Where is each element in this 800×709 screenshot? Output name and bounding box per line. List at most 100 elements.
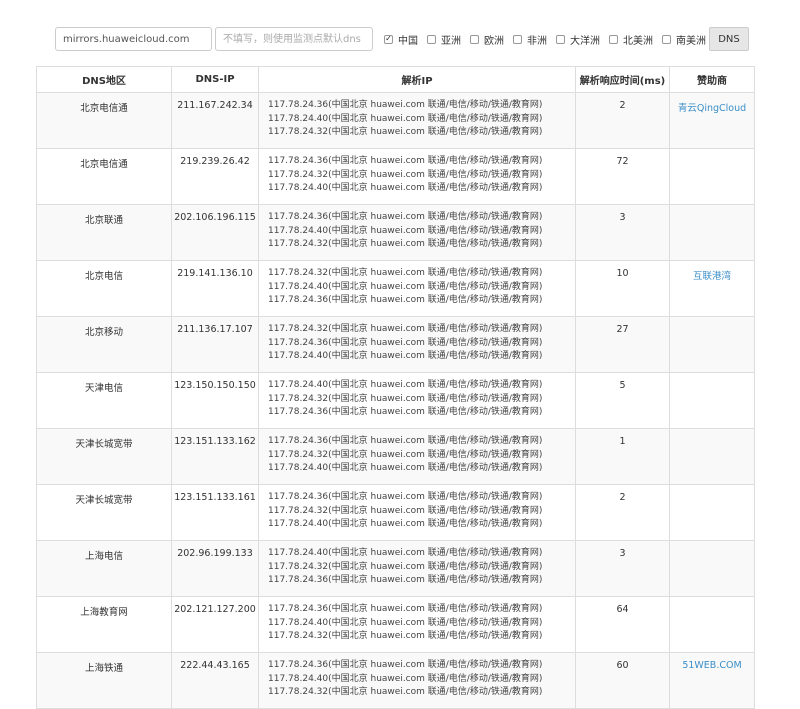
resolved-ip-location: (中国北京 huawei.com 联通/电信/移动/铁通/教育网) bbox=[328, 660, 543, 670]
domain-input[interactable] bbox=[55, 27, 212, 51]
resolved-ip-line: 117.78.24.36(中国北京 huawei.com 联通/电信/移动/铁通… bbox=[268, 294, 575, 308]
resolved-ip-line: 117.78.24.40(中国北京 huawei.com 联通/电信/移动/铁通… bbox=[268, 379, 575, 393]
table-row: 天津长城宽带 123.151.133.162 117.78.24.36(中国北京 h… bbox=[36, 428, 755, 485]
region-option[interactable]: 大洋洲 bbox=[556, 32, 600, 47]
cell-dns-ip: 222.44.43.165 bbox=[171, 652, 259, 709]
resolved-ip: 117.78.24.36 bbox=[268, 212, 329, 222]
region-label: 亚洲 bbox=[441, 35, 461, 47]
resolved-ip-location: (中国北京 huawei.com 联通/电信/移动/铁通/教育网) bbox=[328, 225, 543, 236]
resolved-ip-line: 117.78.24.40(中国北京 huawei.com 联通/电信/移动/铁通… bbox=[268, 617, 575, 631]
region-label: 中国 bbox=[398, 35, 418, 47]
sponsor-link[interactable]: 51WEB.COM bbox=[682, 660, 741, 671]
resolved-ip: 117.78.24.36 bbox=[268, 436, 329, 446]
table-row: 北京电信通 211.167.242.34 117.78.24.36(中国北京 hua… bbox=[36, 92, 755, 149]
resolved-ip: 117.78.24.40 bbox=[268, 617, 329, 628]
dns-input[interactable] bbox=[215, 27, 373, 51]
resolved-ip-line: 117.78.24.32(中国北京 huawei.com 联通/电信/移动/铁通… bbox=[268, 630, 575, 644]
cell-dns-ip: 202.121.127.200 bbox=[171, 596, 259, 653]
resolved-ip-line: 117.78.24.32(中国北京 huawei.com 联通/电信/移动/铁通… bbox=[268, 126, 575, 140]
resolved-ip-location: (中国北京 huawei.com 联通/电信/移动/铁通/教育网) bbox=[328, 631, 543, 641]
resolved-ip-line: 117.78.24.32(中国北京 huawei.com 联通/电信/移动/铁通… bbox=[268, 505, 575, 519]
region-option[interactable]: 北美洲 bbox=[609, 32, 653, 47]
resolved-ip-line: 117.78.24.40(中国北京 huawei.com 联通/电信/移动/铁通… bbox=[268, 673, 575, 687]
resolved-ip: 117.78.24.32 bbox=[268, 449, 329, 460]
cell-sponsor: 51WEB.COM bbox=[669, 652, 755, 709]
resolved-ip-line: 117.78.24.32(中国北京 huawei.com 联通/电信/移动/铁通… bbox=[268, 449, 575, 463]
resolved-ip-line: 117.78.24.36(中国北京 huawei.com 联通/电信/移动/铁通… bbox=[268, 603, 575, 617]
resolved-ip-line: 117.78.24.36(中国北京 huawei.com 联通/电信/移动/铁通… bbox=[268, 435, 575, 449]
checkbox-icon[interactable] bbox=[662, 34, 671, 44]
resolved-ip: 117.78.24.36 bbox=[268, 604, 329, 614]
checkbox-icon[interactable] bbox=[427, 34, 436, 44]
resolved-ip-line: 117.78.24.40(中国北京 huawei.com 联通/电信/移动/铁通… bbox=[268, 350, 575, 364]
resolved-ip: 117.78.24.40 bbox=[268, 183, 329, 193]
region-option[interactable]: ✓ 中国 bbox=[384, 32, 418, 47]
region-option[interactable]: 非洲 bbox=[513, 32, 547, 47]
region-label: 南美洲 bbox=[676, 35, 706, 47]
region-option[interactable]: 欧洲 bbox=[470, 32, 504, 47]
resolved-ip-line: 117.78.24.32(中国北京 huawei.com 联通/电信/移动/铁通… bbox=[268, 238, 575, 252]
header-response-time: 解析响应时间(ms) bbox=[575, 66, 670, 93]
resolved-ip: 117.78.24.32 bbox=[268, 127, 329, 137]
cell-dns-region: 北京电信通 bbox=[36, 148, 172, 205]
table-row: 上海电信 202.96.199.133 117.78.24.40(中国北京 huaw… bbox=[36, 540, 755, 597]
cell-sponsor bbox=[669, 428, 755, 485]
resolved-ip: 117.78.24.40 bbox=[268, 225, 329, 236]
cell-resolved-ips: 117.78.24.36 (中国北京 huawei.com 联通/电信/移动/铁通… bbox=[258, 428, 576, 485]
cell-response-time: 27 bbox=[575, 316, 670, 373]
resolved-ip-line: 117.78.24.36(中国北京 huawei.com 联通/电信/移动/铁通… bbox=[268, 491, 575, 505]
resolved-ip-line: 117.78.24.32(中国北京 huawei.com 联通/电信/移动/铁通… bbox=[268, 393, 575, 407]
resolved-ip: 117.78.24.40 bbox=[268, 380, 329, 390]
resolved-ip-line: 117.78.24.40(中国北京 huawei.com 联通/电信/移动/铁通… bbox=[268, 462, 575, 476]
cell-resolved-ips: 117.78.24.40(中国北京 huawei.com 联通/电信/移动/铁通… bbox=[258, 540, 576, 597]
resolved-ip-location: (中国北京 huawei.com 联通/电信/移动/铁通/教育网) bbox=[328, 268, 543, 278]
sponsor-link[interactable]: 青云QingCloud bbox=[678, 103, 746, 114]
query-toolbar: ✓ 中国 亚洲 欧洲 非洲 大洋洲 北美洲 南美洲 DNS bbox=[55, 26, 760, 52]
cell-sponsor: 青云QingCloud bbox=[669, 92, 755, 149]
resolved-ip-location: (中国北京 huawei.com 联通/电信/移动/铁通/教育网) bbox=[328, 449, 543, 460]
resolved-ip: 117.78.24.32 bbox=[268, 561, 329, 572]
resolved-ip-line: 117.78.24.36(中国北京 huawei.com 联通/电信/移动/铁通… bbox=[268, 211, 575, 225]
resolved-ip-location: (中国北京 huawei.com 联通/电信/移动/铁通/教育网) bbox=[328, 127, 543, 137]
resolved-ip-line: 117.78.24.40(中国北京 huawei.com 联通/电信/移动/铁通… bbox=[268, 281, 575, 295]
cell-response-time: 2 bbox=[575, 484, 670, 541]
resolved-ip-line: 117.78.24.36(中国北京 huawei.com 联通/电信/移动/铁通… bbox=[268, 406, 575, 420]
cell-dns-ip: 219.239.26.42 bbox=[171, 148, 259, 205]
region-option[interactable]: 南美洲 bbox=[662, 32, 706, 47]
cell-resolved-ips: 117.78.24.36 (中国北京 huawei.com 联通/电信/移动/铁通… bbox=[258, 204, 576, 261]
checkbox-icon[interactable] bbox=[513, 34, 522, 44]
table-row: 上海铁通 222.44.43.165 117.78.24.36(中国北京 huawe… bbox=[36, 652, 755, 709]
resolved-ip-location: (中国北京 huawei.com 联通/电信/移动/铁通/教育网) bbox=[328, 407, 543, 417]
dns-button[interactable]: DNS bbox=[709, 27, 749, 51]
cell-response-time: 3 bbox=[575, 204, 670, 261]
resolved-ip: 117.78.24.36 bbox=[268, 660, 329, 670]
checkbox-icon[interactable] bbox=[556, 34, 565, 44]
cell-resolved-ips: 117.78.24.40 (中国北京 huawei.com 联通/电信/移动/铁通… bbox=[258, 372, 576, 429]
resolved-ip-line: 117.78.24.32(中国北京 huawei.com 联通/电信/移动/铁通… bbox=[268, 561, 575, 575]
resolved-ip-location: (中国北京 huawei.com 联通/电信/移动/铁通/教育网) bbox=[328, 561, 543, 572]
table-row: 北京联通 202.106.196.115 117.78.24.36(中国北京 hua… bbox=[36, 204, 755, 261]
cell-response-time: 72 bbox=[575, 148, 670, 205]
table-header-row: DNS地区 DNS-IP 解析IP 解析响应时间(ms) 赞助商 bbox=[36, 66, 755, 93]
cell-response-time: 3 bbox=[575, 540, 670, 597]
region-option[interactable]: 亚洲 bbox=[427, 32, 461, 47]
resolved-ip-location: (中国北京 huawei.com 联通/电信/移动/铁通/教育网) bbox=[328, 295, 543, 305]
cell-resolved-ips: 117.78.24.36(中国北京 huawei.com 联通/电信/移动/铁通… bbox=[258, 92, 576, 149]
region-label: 非洲 bbox=[527, 35, 547, 47]
resolved-ip: 117.78.24.36 bbox=[268, 575, 329, 585]
resolved-ip-location: (中国北京 huawei.com 联通/电信/移动/铁通/教育网) bbox=[328, 113, 543, 124]
resolved-ip-line: 117.78.24.36(中国北京 huawei.com 联通/电信/移动/铁通… bbox=[268, 337, 575, 351]
resolved-ip-line: 117.78.24.32(中国北京 huawei.com 联通/电信/移动/铁通… bbox=[268, 686, 575, 700]
resolved-ip-line: 117.78.24.32(中国北京 huawei.com 联通/电信/移动/铁通… bbox=[268, 169, 575, 183]
checkbox-checked-icon[interactable]: ✓ bbox=[384, 34, 393, 44]
header-sponsor: 赞助商 bbox=[669, 66, 755, 93]
resolved-ip-location: (中国北京 huawei.com 联通/电信/移动/铁通/教育网) bbox=[328, 393, 543, 404]
cell-resolved-ips: 117.78.24.36 (中国北京 huawei.com 联通/电信/移动/铁通… bbox=[258, 596, 576, 653]
sponsor-link[interactable]: 互联港湾 bbox=[693, 271, 731, 282]
cell-resolved-ips: 117.78.24.36(中国北京 huawei.com 联通/电信/移动/铁通… bbox=[258, 148, 576, 205]
checkbox-icon[interactable] bbox=[470, 34, 479, 44]
resolved-ip-location: (中国北京 huawei.com 联通/电信/移动/铁通/教育网) bbox=[328, 239, 543, 249]
checkbox-icon[interactable] bbox=[609, 34, 618, 44]
resolved-ip: 117.78.24.36 bbox=[268, 407, 329, 417]
cell-dns-ip: 123.151.133.162 bbox=[171, 428, 259, 485]
